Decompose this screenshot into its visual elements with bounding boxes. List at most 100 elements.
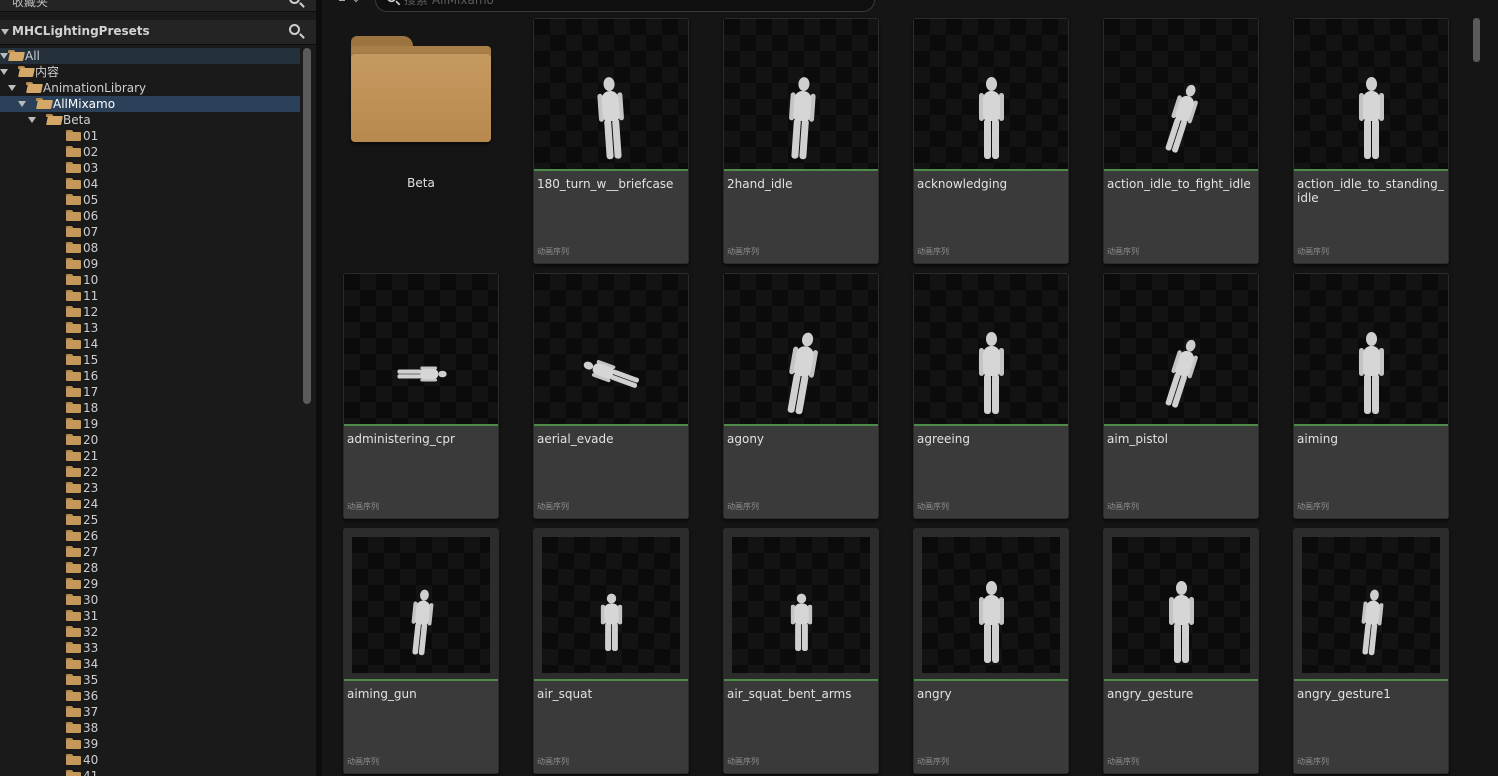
tree-item[interactable]: 02 [0,144,300,160]
tree-item-label: 30 [83,593,99,607]
tree-item[interactable]: 24 [0,496,300,512]
folder-icon [66,482,81,493]
tree-item-label: 内容 [35,65,60,79]
tree-item[interactable]: 32 [0,624,300,640]
tree-item[interactable]: AnimationLibrary [0,80,300,96]
tree-item[interactable]: 04 [0,176,300,192]
tree-item[interactable]: 26 [0,528,300,544]
tree-item[interactable]: 20 [0,432,300,448]
tree-item[interactable]: 19 [0,416,300,432]
asset-name: air_squat [537,687,593,701]
expand-arrow-icon[interactable] [0,53,8,59]
tree-item[interactable]: 36 [0,688,300,704]
tree-item-label: 15 [83,353,99,367]
asset-tile[interactable]: aim_pistol 动画序列 [1103,273,1259,519]
asset-info: action_idle_to_fight_idle 动画序列 [1104,171,1258,263]
tree-item[interactable]: 15 [0,352,300,368]
folder-icon [66,738,81,749]
tree-item[interactable]: All [0,48,300,64]
asset-thumbnail [732,537,870,673]
favorites-header[interactable]: 收藏夹 [0,0,316,12]
tree-item[interactable]: 08 [0,240,300,256]
asset-thumbnail [914,274,1068,424]
tree-item[interactable]: 28 [0,560,300,576]
tree-item[interactable]: 23 [0,480,300,496]
expand-arrow-icon[interactable] [18,101,26,107]
tree-item[interactable]: 01 [0,128,300,144]
asset-tile[interactable]: action_idle_to_standing_idle 动画序列 [1293,18,1449,264]
folder-icon [66,210,81,221]
tree-item[interactable]: 17 [0,384,300,400]
tree-item[interactable]: 03 [0,160,300,176]
tree-item[interactable]: 31 [0,608,300,624]
expand-arrow-icon[interactable] [8,85,16,91]
tree-item[interactable]: 37 [0,704,300,720]
asset-tile[interactable]: administering_cpr 动画序列 [343,273,499,519]
tree-item[interactable]: 12 [0,304,300,320]
tree-item[interactable]: 14 [0,336,300,352]
asset-tile[interactable]: agony 动画序列 [723,273,879,519]
asset-tile[interactable]: action_idle_to_fight_idle 动画序列 [1103,18,1259,264]
asset-view-scrollbar[interactable] [1473,18,1480,62]
tree-scrollbar[interactable] [303,48,311,404]
tree-item[interactable]: 22 [0,464,300,480]
asset-tile[interactable]: 2hand_idle 动画序列 [723,18,879,264]
tree-item[interactable]: 30 [0,592,300,608]
folder-icon [66,466,81,477]
path-tree-header[interactable]: MHCLightingPresets [0,20,316,45]
tree-item-label: AllMixamo [53,97,116,111]
asset-tile[interactable]: angry 动画序列 [913,528,1069,774]
asset-tile[interactable]: air_squat 动画序列 [533,528,689,774]
asset-tile[interactable]: agreeing 动画序列 [913,273,1069,519]
tree-item[interactable]: 05 [0,192,300,208]
tree-item[interactable]: 07 [0,224,300,240]
tree-item[interactable]: 16 [0,368,300,384]
asset-thumbnail [534,274,688,424]
tree-item[interactable]: Beta [0,112,300,128]
tree-item[interactable]: 25 [0,512,300,528]
asset-info: 180_turn_w__briefcase 动画序列 [534,171,688,263]
asset-tile[interactable]: angry_gesture 动画序列 [1103,528,1259,774]
tree-item[interactable]: 33 [0,640,300,656]
folder-icon [66,658,81,669]
asset-search-input[interactable]: 搜索 AllMixamo [375,0,875,12]
tree-item[interactable]: 09 [0,256,300,272]
tree-item[interactable]: 35 [0,672,300,688]
folder-tile[interactable]: Beta [343,18,499,264]
asset-tile[interactable]: aiming_gun 动画序列 [343,528,499,774]
tree-item[interactable]: 40 [0,752,300,768]
asset-tile[interactable]: angry_gesture1 动画序列 [1293,528,1449,774]
collapse-arrow-icon[interactable] [1,29,9,35]
tree-item[interactable]: 27 [0,544,300,560]
character-figure-icon [593,76,630,162]
tree-item-label: 32 [83,625,99,639]
tree-item[interactable]: 10 [0,272,300,288]
expand-arrow-icon[interactable] [28,117,36,123]
character-figure-icon [1356,77,1387,161]
favorites-search-button[interactable] [289,0,300,4]
tree-item[interactable]: 29 [0,576,300,592]
favorites-label: 收藏夹 [12,0,49,9]
tree-item[interactable]: 38 [0,720,300,736]
path-tree-title: MHCLightingPresets [12,24,150,38]
tree-search-button[interactable] [289,24,300,35]
asset-tile[interactable]: acknowledging 动画序列 [913,18,1069,264]
asset-tile[interactable]: aiming 动画序列 [1293,273,1449,519]
tree-item[interactable]: 39 [0,736,300,752]
tree-item[interactable]: 18 [0,400,300,416]
character-figure-icon [1356,332,1387,416]
filter-button[interactable] [338,0,362,8]
expand-arrow-icon[interactable] [0,69,8,75]
tree-item[interactable]: 11 [0,288,300,304]
tree-item[interactable]: 内容 [0,64,300,80]
tree-item[interactable]: 41 [0,768,300,776]
asset-tile[interactable]: aerial_evade 动画序列 [533,273,689,519]
asset-name: 2hand_idle [727,177,793,191]
asset-tile[interactable]: air_squat_bent_arms 动画序列 [723,528,879,774]
tree-item[interactable]: 13 [0,320,300,336]
tree-item[interactable]: 21 [0,448,300,464]
asset-tile[interactable]: 180_turn_w__briefcase 动画序列 [533,18,689,264]
tree-item[interactable]: 34 [0,656,300,672]
tree-item[interactable]: 06 [0,208,300,224]
tree-item[interactable]: AllMixamo [0,96,300,112]
